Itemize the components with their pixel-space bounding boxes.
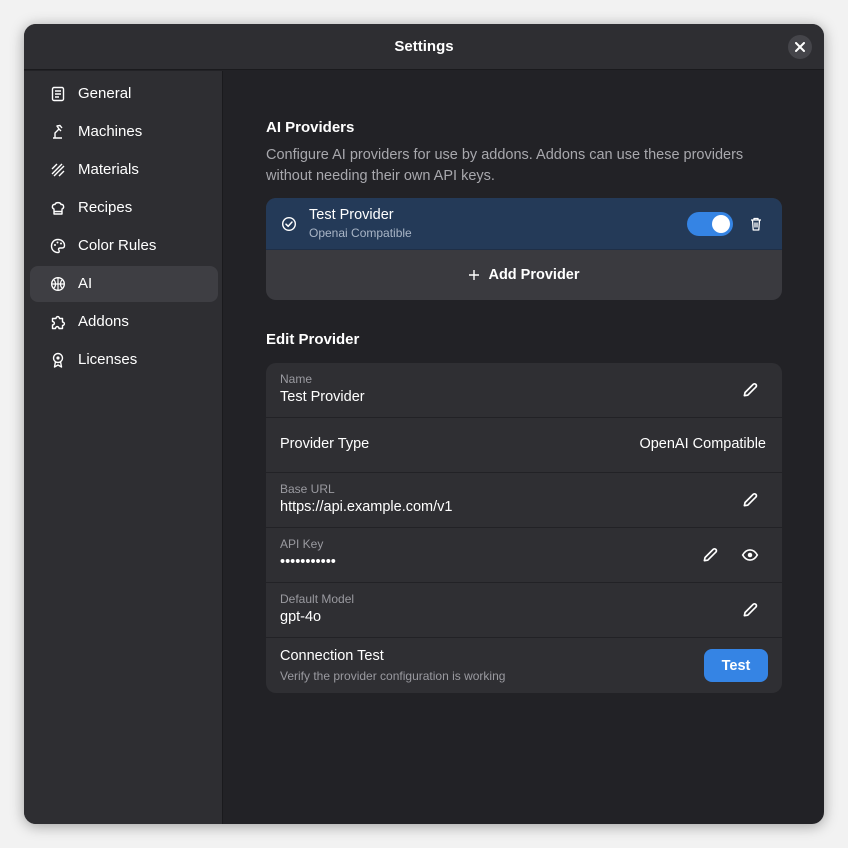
puzzle-icon	[51, 315, 66, 330]
sidebar-item-general[interactable]: General	[30, 76, 218, 112]
base-url-row: Base URL https://api.example.com/v1	[266, 473, 782, 528]
recipes-icon	[51, 201, 65, 215]
edit-provider-form: Name Test Provider Provider Type OpenAI …	[266, 363, 782, 693]
materials-icon	[51, 163, 65, 177]
sidebar-item-label: Recipes	[78, 199, 133, 216]
base-url-value: https://api.example.com/v1	[280, 499, 453, 515]
trash-icon[interactable]	[748, 216, 764, 232]
ai-icon	[50, 276, 66, 292]
sidebar-item-label: Machines	[78, 123, 143, 140]
toggle-knob	[712, 215, 730, 233]
eye-icon[interactable]	[741, 546, 759, 564]
sidebar-item-label: AI	[78, 275, 93, 292]
close-icon	[795, 42, 805, 52]
default-model-row: Default Model gpt-4o	[266, 583, 782, 638]
main-content: AI Providers Configure AI providers for …	[224, 71, 824, 824]
provider-type: Openai Compatible	[309, 226, 412, 240]
check-circle-icon	[281, 216, 297, 232]
name-value: Test Provider	[280, 389, 365, 405]
sidebar-item-label: Licenses	[78, 351, 138, 368]
default-model-caption: Default Model	[280, 592, 355, 606]
sidebar-item-ai[interactable]: AI	[30, 266, 218, 302]
sidebar-item-materials[interactable]: Materials	[30, 152, 218, 188]
sidebar-item-licenses[interactable]: Licenses	[30, 342, 218, 378]
close-button[interactable]	[788, 35, 812, 59]
default-model-value: gpt-4o	[280, 609, 322, 625]
sidebar-item-label: Addons	[78, 313, 129, 330]
add-provider-label: Add Provider	[488, 267, 580, 283]
pencil-icon[interactable]	[741, 491, 759, 509]
ai-providers-description: Configure AI providers for use by addons…	[266, 147, 744, 184]
sidebar-item-color-rules[interactable]: Color Rules	[30, 228, 218, 264]
providers-list: Test Provider Openai Compatible Add Prov…	[266, 198, 782, 300]
provider-type-label: Provider Type	[280, 436, 370, 452]
pencil-icon[interactable]	[701, 546, 719, 564]
pencil-icon[interactable]	[741, 381, 759, 399]
general-icon	[51, 86, 65, 102]
connection-test-row: Connection Test Verify the provider conf…	[266, 638, 782, 693]
api-key-value: •••••••••••	[280, 554, 336, 570]
settings-window: Settings General Machines Materials Reci…	[24, 24, 824, 824]
api-key-caption: API Key	[280, 537, 324, 551]
provider-type-value: OpenAI Compatible	[639, 436, 766, 452]
test-button[interactable]: Test	[704, 649, 768, 682]
sidebar-item-label: General	[78, 85, 132, 102]
sidebar-item-label: Color Rules	[78, 237, 157, 254]
sidebar-item-machines[interactable]: Machines	[30, 114, 218, 150]
add-provider-button[interactable]: Add Provider	[266, 250, 782, 300]
sidebar-item-recipes[interactable]: Recipes	[30, 190, 218, 226]
window-title: Settings	[394, 38, 454, 55]
provider-name: Test Provider	[309, 207, 394, 223]
name-caption: Name	[280, 372, 313, 386]
sidebar: General Machines Materials Recipes Color…	[24, 71, 223, 824]
base-url-caption: Base URL	[280, 482, 335, 496]
title-bar: Settings	[24, 24, 824, 70]
pencil-icon[interactable]	[741, 601, 759, 619]
connection-test-subtitle: Verify the provider configuration is wor…	[280, 669, 506, 683]
plus-icon	[469, 270, 480, 280]
ai-providers-heading: AI Providers	[266, 119, 355, 136]
edit-provider-heading: Edit Provider	[266, 331, 360, 348]
provider-row[interactable]: Test Provider Openai Compatible	[266, 198, 782, 250]
sidebar-item-label: Materials	[78, 161, 139, 178]
palette-icon	[50, 238, 66, 254]
provider-enabled-toggle[interactable]	[687, 212, 733, 236]
license-icon	[52, 352, 64, 368]
machines-icon	[53, 124, 63, 139]
connection-test-title: Connection Test	[280, 648, 384, 664]
name-row: Name Test Provider	[266, 363, 782, 418]
api-key-row: API Key •••••••••••	[266, 528, 782, 583]
provider-type-row[interactable]: Provider Type OpenAI Compatible	[266, 418, 782, 473]
sidebar-item-addons[interactable]: Addons	[30, 304, 218, 340]
